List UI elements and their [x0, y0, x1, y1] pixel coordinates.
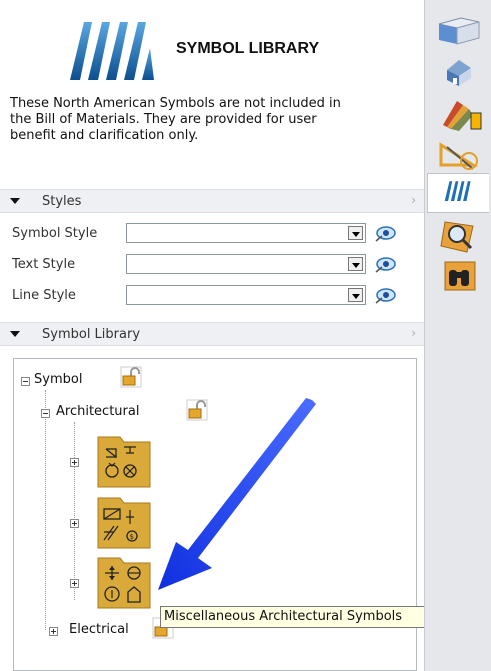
tree-line	[45, 390, 47, 630]
tree-item-symbol[interactable]: Symbol	[34, 372, 82, 387]
text-style-dropdown[interactable]	[126, 254, 366, 274]
symbol-library-logo-icon	[444, 181, 471, 202]
style-preview-eye-icon[interactable]	[374, 254, 396, 274]
dropdown-arrow-icon[interactable]	[348, 257, 363, 271]
library-description: These North American Symbols are not inc…	[10, 96, 341, 143]
styles-section-label: Styles	[42, 193, 82, 209]
tree-line	[74, 422, 76, 600]
symbol-style-row: Symbol Style	[12, 221, 396, 245]
wall-tool-icon[interactable]	[433, 10, 485, 50]
pin-icon[interactable]: ›	[411, 193, 416, 207]
tree-item-electrical[interactable]: Electrical	[69, 622, 129, 637]
collapse-triangle-icon[interactable]	[10, 331, 20, 337]
tree-item-architectural[interactable]: Architectural	[56, 404, 139, 419]
right-toolbar	[424, 0, 491, 671]
styles-section-header[interactable]: Styles ›	[0, 189, 424, 213]
dropdown-arrow-icon[interactable]	[348, 226, 363, 240]
line-style-row: Line Style	[12, 283, 396, 307]
binoculars-tool-icon[interactable]	[433, 256, 485, 296]
text-style-row: Text Style	[12, 252, 396, 276]
page-title: SYMBOL LIBRARY	[176, 40, 320, 57]
drafting-tool-icon[interactable]	[433, 135, 485, 175]
symbol-style-dropdown[interactable]	[126, 223, 366, 243]
symbol-library-logo-icon	[70, 22, 154, 80]
tree-collapse-toggle[interactable]	[41, 409, 50, 418]
tree-expand-toggle[interactable]	[70, 579, 79, 588]
unlocked-lock-icon[interactable]	[120, 366, 142, 388]
line-style-dropdown[interactable]	[126, 285, 366, 305]
pin-icon[interactable]: ›	[411, 326, 416, 340]
style-preview-eye-icon[interactable]	[374, 285, 396, 305]
collapse-triangle-icon[interactable]	[10, 198, 20, 204]
tree-expand-toggle[interactable]	[70, 519, 79, 528]
tree-expand-toggle[interactable]	[49, 627, 58, 636]
line-style-label: Line Style	[12, 287, 76, 303]
dropdown-arrow-icon[interactable]	[348, 288, 363, 302]
materials-tool-icon[interactable]	[433, 95, 485, 135]
tree-collapse-toggle[interactable]	[21, 377, 30, 386]
svg-text:$: $	[130, 533, 134, 541]
tooltip: Miscellaneous Architectural Symbols	[160, 606, 455, 628]
panel-header: SYMBOL LIBRARY These North American Symb…	[0, 0, 424, 190]
tree-expand-toggle[interactable]	[70, 458, 79, 467]
house-tool-icon[interactable]	[433, 52, 485, 92]
style-preview-eye-icon[interactable]	[374, 223, 396, 243]
symbol-library-section-label: Symbol Library	[42, 326, 141, 342]
symbol-library-tab[interactable]	[427, 173, 489, 213]
symbol-library-section-header[interactable]: Symbol Library ›	[0, 322, 424, 346]
symbol-library-panel: SYMBOL LIBRARY These North American Symb…	[0, 0, 455, 671]
search-document-tool-icon[interactable]	[433, 216, 485, 256]
symbol-style-label: Symbol Style	[12, 225, 98, 241]
annotation-arrow	[158, 398, 316, 590]
text-style-label: Text Style	[12, 256, 76, 272]
